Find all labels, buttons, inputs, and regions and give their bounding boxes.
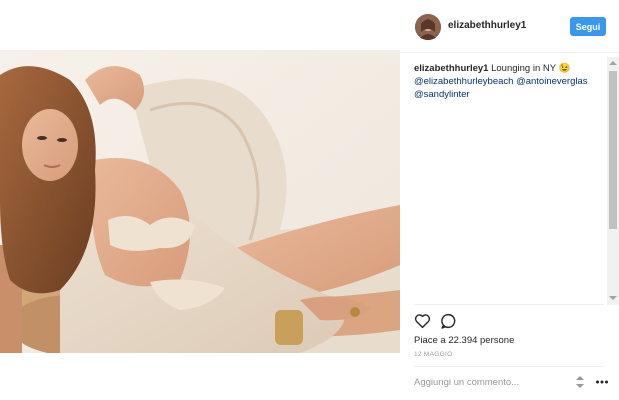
post-caption: elizabethhurley1 Lounging in NY 😉 @eliza… (414, 62, 604, 101)
post-photo (0, 50, 400, 353)
post-header: elizabethhurley1 Segui (400, 0, 619, 53)
likes-count[interactable]: Piace a 22.394 persone (414, 335, 514, 346)
scroll-down-arrow-icon[interactable] (609, 296, 617, 300)
mention-sandylinter[interactable]: @sandylinter (414, 89, 470, 100)
wink-emoji: 😉 (558, 63, 571, 74)
follow-button[interactable]: Segui (570, 17, 606, 36)
heart-outline-icon[interactable] (414, 313, 431, 329)
divider (414, 304, 604, 305)
speech-bubble-icon[interactable] (440, 313, 457, 329)
mention-elizabethhurleybeach[interactable]: @elizabethhurleybeach (414, 76, 513, 87)
avatar[interactable] (415, 14, 441, 40)
divider (414, 366, 604, 367)
post-image[interactable] (0, 50, 400, 353)
post-username[interactable]: elizabethhurley1 (448, 20, 526, 31)
sort-arrows-icon[interactable] (575, 376, 585, 388)
caption-text: Lounging in NY (491, 63, 556, 74)
scroll-up-arrow-icon[interactable] (609, 61, 617, 65)
comment-input[interactable] (414, 374, 564, 390)
ellipsis-icon[interactable] (595, 378, 609, 386)
post-date: 12 MAGGIO (414, 351, 453, 358)
mention-antoineverglas[interactable]: @antoineverglas (516, 76, 587, 87)
scroll-thumb[interactable] (609, 71, 617, 229)
caption-scrollbar[interactable] (607, 57, 619, 305)
caption-username[interactable]: elizabethhurley1 (414, 63, 488, 74)
